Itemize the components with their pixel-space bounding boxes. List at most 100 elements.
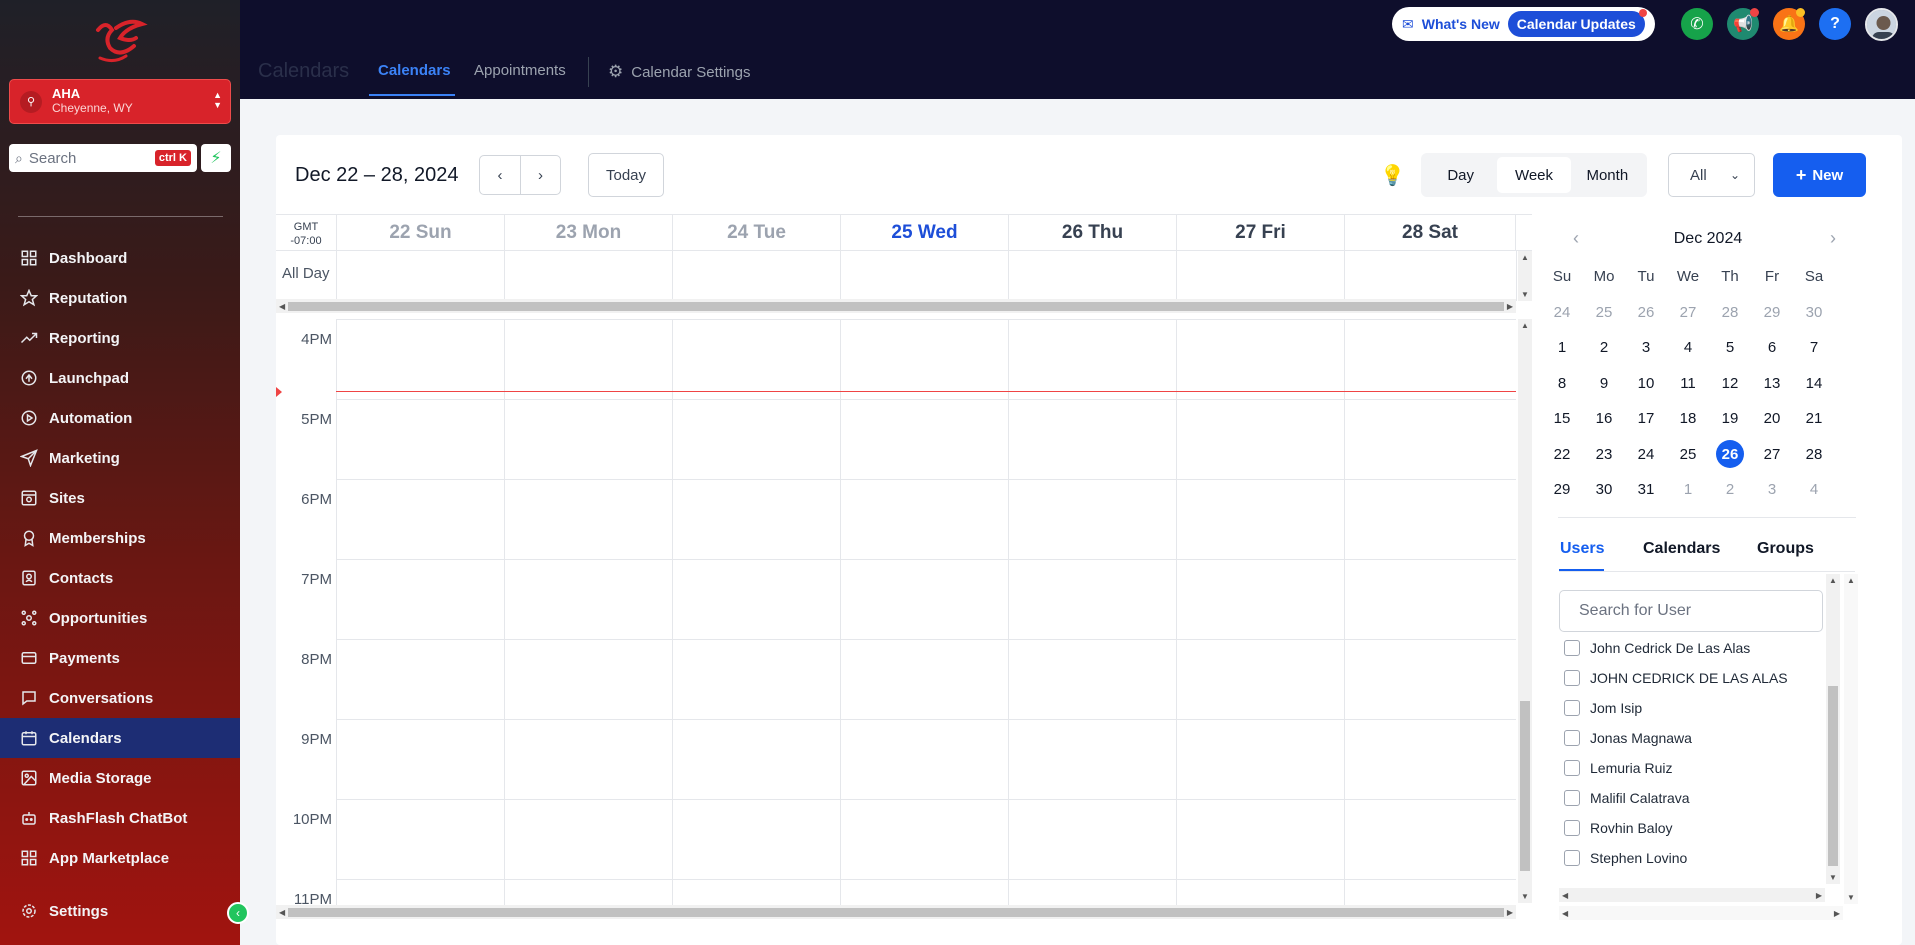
sidebar-item-opportunities[interactable]: Opportunities [0, 598, 240, 638]
brand-logo[interactable] [90, 16, 150, 66]
today-button[interactable]: Today [588, 153, 664, 197]
scroll-thumb[interactable] [288, 302, 1504, 311]
next-week-button[interactable]: › [520, 155, 561, 195]
panel-tab-users[interactable]: Users [1560, 540, 1604, 558]
mini-day[interactable]: 25 [1667, 446, 1709, 463]
user-list-item[interactable]: JOHN CEDRICK DE LAS ALAS [1564, 663, 1824, 693]
avatar[interactable] [1865, 8, 1898, 41]
day-header-sun[interactable]: 22 Sun [336, 215, 504, 251]
sidebar-item-launchpad[interactable]: Launchpad [0, 358, 240, 398]
mini-day[interactable]: 23 [1583, 446, 1625, 463]
sidebar-item-chatbot[interactable]: RashFlash ChatBot [0, 798, 240, 838]
day-header-wed[interactable]: 25 Wed [840, 215, 1008, 251]
sidebar-item-memberships[interactable]: Memberships [0, 518, 240, 558]
user-list-item[interactable]: Jonas Magnawa [1564, 723, 1824, 753]
lightbulb-icon[interactable]: 💡 [1380, 163, 1405, 188]
bell-icon[interactable]: 🔔 [1773, 8, 1805, 40]
user-checkbox[interactable] [1564, 700, 1580, 716]
mini-day[interactable]: 7 [1793, 339, 1835, 356]
user-search-input[interactable]: Search for User [1559, 590, 1823, 632]
user-checkbox[interactable] [1564, 850, 1580, 866]
user-checkbox[interactable] [1564, 820, 1580, 836]
view-week[interactable]: Week [1497, 157, 1571, 193]
phone-icon[interactable]: ✆ [1681, 8, 1713, 40]
mini-day[interactable]: 31 [1625, 481, 1667, 498]
mini-day[interactable]: 21 [1793, 410, 1835, 427]
mini-day[interactable]: 3 [1751, 481, 1793, 498]
mini-day[interactable]: 28 [1709, 304, 1751, 321]
sidebar-item-payments[interactable]: Payments [0, 638, 240, 678]
sidebar-item-marketing[interactable]: Marketing [0, 438, 240, 478]
mini-day[interactable]: 12 [1709, 375, 1751, 392]
sidebar-item-calendars[interactable]: Calendars [0, 718, 240, 758]
mini-day[interactable]: 19 [1709, 410, 1751, 427]
sidebar-item-settings[interactable]: Settings [0, 891, 240, 931]
mini-day[interactable]: 28 [1793, 446, 1835, 463]
panel-tab-calendars[interactable]: Calendars [1643, 540, 1720, 558]
view-month[interactable]: Month [1571, 157, 1644, 193]
user-checkbox[interactable] [1564, 730, 1580, 746]
mini-day[interactable]: 22 [1541, 446, 1583, 463]
day-header-sat[interactable]: 28 Sat [1344, 215, 1516, 251]
quick-actions-bolt-icon[interactable]: ⚡ [201, 144, 231, 172]
mini-day[interactable]: 15 [1541, 410, 1583, 427]
account-switcher[interactable]: ⚲ AHA Cheyenne, WY ▲ ▼ [9, 79, 231, 124]
sidebar-item-sites[interactable]: Sites [0, 478, 240, 518]
mini-day[interactable]: 18 [1667, 410, 1709, 427]
mini-next-chevron-right-icon[interactable]: › [1830, 228, 1836, 249]
mini-day[interactable]: 27 [1667, 304, 1709, 321]
day-header-thu[interactable]: 26 Thu [1008, 215, 1176, 251]
sidebar-item-reputation[interactable]: Reputation [0, 278, 240, 318]
mini-day[interactable]: 6 [1751, 339, 1793, 356]
megaphone-icon[interactable]: 📢 [1727, 8, 1759, 40]
user-list-scrollbar[interactable]: ▲ ▼ [1826, 574, 1840, 884]
mini-day[interactable]: 27 [1751, 446, 1793, 463]
tab-calendars[interactable]: Calendars [378, 62, 451, 79]
user-list-item[interactable]: Rovhin Baloy [1564, 813, 1824, 843]
whats-new-button[interactable]: ✉ What's New Calendar Updates [1392, 7, 1655, 41]
tab-appointments[interactable]: Appointments [474, 62, 566, 79]
mini-day[interactable]: 9 [1583, 375, 1625, 392]
mini-day[interactable]: 30 [1583, 481, 1625, 498]
mini-day[interactable]: 14 [1793, 375, 1835, 392]
scroll-thumb[interactable] [288, 908, 1504, 917]
day-header-mon[interactable]: 23 Mon [504, 215, 672, 251]
mini-day[interactable]: 4 [1793, 481, 1835, 498]
mini-day[interactable]: 10 [1625, 375, 1667, 392]
mini-day[interactable]: 8 [1541, 375, 1583, 392]
day-header-fri[interactable]: 27 Fri [1176, 215, 1344, 251]
mini-day[interactable]: 26 [1625, 304, 1667, 321]
time-grid-scrollbar[interactable]: ▲ ▼ [1518, 319, 1532, 903]
scroll-thumb[interactable] [1520, 701, 1530, 871]
mini-day[interactable]: 20 [1751, 410, 1793, 427]
tab-calendar-settings[interactable]: ⚙ Calendar Settings [608, 62, 751, 82]
all-day-scrollbar[interactable]: ▲ ▼ [1518, 251, 1532, 301]
day-header-tue[interactable]: 24 Tue [672, 215, 840, 251]
sidebar-item-automation[interactable]: Automation [0, 398, 240, 438]
filter-select[interactable]: All ⌄ [1668, 153, 1755, 197]
panel-tab-groups[interactable]: Groups [1757, 540, 1814, 558]
new-button[interactable]: + New [1773, 153, 1866, 197]
mini-day[interactable]: 1 [1541, 339, 1583, 356]
sidebar-item-app-marketplace[interactable]: App Marketplace [0, 838, 240, 878]
sidebar-search[interactable]: ⌕ Search ctrl K [9, 144, 197, 172]
mini-day[interactable]: 2 [1709, 481, 1751, 498]
user-checkbox[interactable] [1564, 790, 1580, 806]
mini-day[interactable]: 29 [1541, 481, 1583, 498]
user-checkbox[interactable] [1564, 640, 1580, 656]
sidebar-item-contacts[interactable]: Contacts [0, 558, 240, 598]
help-icon[interactable]: ? [1819, 8, 1851, 40]
mini-prev-chevron-left-icon[interactable]: ‹ [1573, 228, 1579, 249]
user-list-item[interactable]: Jom Isip [1564, 693, 1824, 723]
sidebar-item-media-storage[interactable]: Media Storage [0, 758, 240, 798]
mini-day-selected[interactable]: 26 [1709, 440, 1751, 469]
mini-day[interactable]: 30 [1793, 304, 1835, 321]
mini-day[interactable]: 3 [1625, 339, 1667, 356]
mini-day[interactable]: 1 [1667, 481, 1709, 498]
view-day[interactable]: Day [1424, 157, 1497, 193]
panel-outer-hscrollbar[interactable]: ◀ ▶ [1559, 906, 1843, 920]
user-checkbox[interactable] [1564, 760, 1580, 776]
mini-day[interactable]: 13 [1751, 375, 1793, 392]
mini-day[interactable]: 4 [1667, 339, 1709, 356]
sidebar-item-conversations[interactable]: Conversations [0, 678, 240, 718]
